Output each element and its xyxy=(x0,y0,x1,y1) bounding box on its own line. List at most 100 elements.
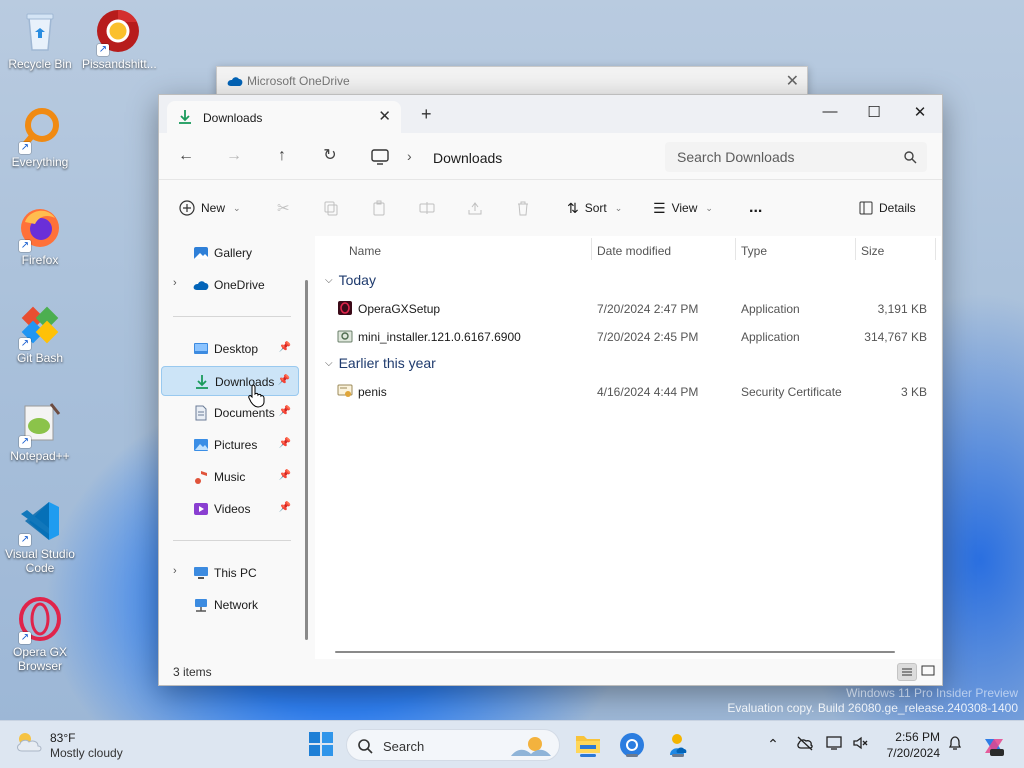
column-divider[interactable] xyxy=(935,238,936,260)
sidebar-item-downloads[interactable]: Downloads 📌 xyxy=(161,366,299,396)
column-header-size[interactable]: Size xyxy=(861,244,884,258)
desktop-icon-vscode[interactable]: ↗ Visual Studio Code xyxy=(4,498,76,575)
view-list-icon: ☰ xyxy=(653,199,666,216)
file-row[interactable]: OperaGXSetup 7/20/2024 2:47 PM Applicati… xyxy=(333,296,933,322)
taskbar: 83°F Mostly cloudy Search ⌃ 2:56 PM 7/20… xyxy=(0,720,1024,768)
new-button[interactable]: New ⌄ xyxy=(179,198,241,218)
refresh-button[interactable]: ↻ xyxy=(321,147,339,165)
address-bar[interactable]: › Downloads xyxy=(363,142,655,172)
maximize-button[interactable]: ☐ xyxy=(863,103,885,123)
more-options-button[interactable]: ... xyxy=(749,198,762,218)
videos-icon xyxy=(194,503,208,515)
taskbar-chrome[interactable] xyxy=(618,731,646,759)
forward-button[interactable]: → xyxy=(225,147,243,165)
paste-button[interactable] xyxy=(371,198,387,218)
taskbar-file-explorer[interactable] xyxy=(574,731,602,759)
delete-button[interactable] xyxy=(515,198,531,218)
desktop-icon-opera-gx[interactable]: ↗ Opera GX Browser xyxy=(4,596,76,673)
partly-cloudy-icon xyxy=(17,733,42,752)
chevron-right-icon[interactable]: › xyxy=(173,277,177,289)
details-view-button[interactable] xyxy=(897,663,917,681)
file-list: Name Date modified Type Size ⌵ Today Ope… xyxy=(315,236,941,661)
sidebar-item-music[interactable]: Music 📌 xyxy=(161,462,299,492)
display-icon[interactable] xyxy=(826,735,844,753)
start-button[interactable] xyxy=(308,731,336,759)
file-size: 3,191 KB xyxy=(877,302,927,316)
desktop-icon-notepad-plus[interactable]: ↗ Notepad++ xyxy=(4,400,76,463)
copilot-button[interactable] xyxy=(982,735,1006,756)
share-button[interactable] xyxy=(467,198,483,218)
sidebar-item-this-pc[interactable]: › This PC xyxy=(161,558,299,588)
pin-icon: 📌 xyxy=(278,406,291,417)
file-explorer-window[interactable]: Downloads ✕ + — ☐ ✕ ← → ↑ ↻ › Downloads xyxy=(158,94,943,686)
up-button[interactable]: ↑ xyxy=(273,147,291,165)
network-offline-icon[interactable] xyxy=(796,735,814,753)
volume-icon[interactable] xyxy=(852,735,870,753)
sidebar-item-desktop[interactable]: Desktop 📌 xyxy=(161,334,299,364)
more-options-label: ... xyxy=(749,199,763,216)
system-clock[interactable]: 2:56 PM 7/20/2024 xyxy=(876,729,940,761)
notepad-plus-icon: ↗ xyxy=(17,400,63,448)
new-tab-button[interactable]: + xyxy=(421,105,432,123)
tab-downloads[interactable]: Downloads ✕ xyxy=(167,101,401,133)
share-icon xyxy=(468,202,482,215)
onedrive-close-button[interactable]: ✕ xyxy=(786,71,799,91)
address-path[interactable]: Downloads xyxy=(433,150,502,166)
search-box[interactable] xyxy=(665,142,927,172)
column-divider[interactable] xyxy=(591,238,592,260)
search-icon xyxy=(904,151,917,164)
sidebar-scrollbar[interactable] xyxy=(305,280,308,640)
rename-button[interactable] xyxy=(419,198,435,218)
desktop-icon-git-bash[interactable]: ↗ Git Bash xyxy=(4,302,76,365)
item-count: 3 items xyxy=(173,665,212,679)
weather-widget[interactable]: 83°F Mostly cloudy xyxy=(14,729,123,760)
back-button[interactable]: ← xyxy=(177,147,195,165)
hand-cursor-icon xyxy=(248,384,265,408)
taskbar-onedrive[interactable] xyxy=(664,731,692,759)
notification-bell-icon[interactable] xyxy=(946,735,964,753)
sidebar-item-network[interactable]: Network xyxy=(161,590,299,620)
horizontal-scrollbar[interactable] xyxy=(335,651,895,653)
desktop-icon-pissandshitt[interactable]: ↗ Pissandshitt... xyxy=(82,8,157,71)
sidebar-item-onedrive[interactable]: › OneDrive xyxy=(161,270,299,300)
close-window-button[interactable]: ✕ xyxy=(909,103,931,123)
running-indicator xyxy=(580,754,596,757)
taskbar-search[interactable]: Search xyxy=(346,729,560,761)
copy-button[interactable] xyxy=(323,198,339,218)
rename-icon xyxy=(419,202,435,214)
details-pane-button[interactable]: Details xyxy=(859,198,916,218)
pin-icon: 📌 xyxy=(278,502,291,513)
view-button[interactable]: ☰ View ⌄ xyxy=(653,198,713,218)
file-row[interactable]: mini_installer.121.0.6167.6900 7/20/2024… xyxy=(333,324,933,350)
chevron-right-icon[interactable]: › xyxy=(173,565,177,577)
chevron-right-icon: › xyxy=(407,148,412,164)
desktop-icon-firefox[interactable]: ↗ Firefox xyxy=(4,204,76,267)
sidebar-item-pictures[interactable]: Pictures 📌 xyxy=(161,430,299,460)
file-row[interactable]: penis 4/16/2024 4:44 PM Security Certifi… xyxy=(333,379,933,405)
column-header-date[interactable]: Date modified xyxy=(597,244,671,258)
show-hidden-icons-button[interactable]: ⌃ xyxy=(764,735,782,753)
sidebar-item-gallery[interactable]: Gallery xyxy=(161,238,299,268)
desktop-icon-label: Opera GX Browser xyxy=(12,645,68,673)
sidebar-item-videos[interactable]: Videos 📌 xyxy=(161,494,299,524)
group-header-today[interactable]: ⌵ Today xyxy=(325,272,376,288)
sidebar-item-documents[interactable]: Documents 📌 xyxy=(161,398,299,428)
column-divider[interactable] xyxy=(855,238,856,260)
tiles-view-button[interactable] xyxy=(919,663,939,681)
shortcut-arrow-icon: ↗ xyxy=(19,436,31,448)
sort-button[interactable]: ⇅ Sort ⌄ xyxy=(567,198,622,218)
file-type: Security Certificate xyxy=(741,385,842,399)
column-divider[interactable] xyxy=(735,238,736,260)
desktop-icon-recycle-bin[interactable]: Recycle Bin xyxy=(4,8,76,71)
cut-button[interactable]: ✂ xyxy=(277,198,290,218)
desktop-icon-everything[interactable]: ↗ Everything xyxy=(4,106,76,169)
column-header-name[interactable]: Name xyxy=(349,244,381,258)
shortcut-arrow-icon: ↗ xyxy=(97,44,109,56)
minimize-button[interactable]: — xyxy=(819,103,841,123)
search-input[interactable] xyxy=(677,147,887,167)
file-type: Application xyxy=(741,330,800,344)
title-bar[interactable]: Downloads ✕ + — ☐ ✕ xyxy=(159,95,942,133)
column-header-type[interactable]: Type xyxy=(741,244,767,258)
group-header-earlier-this-year[interactable]: ⌵ Earlier this year xyxy=(325,355,436,371)
tab-close-button[interactable]: ✕ xyxy=(378,107,391,125)
